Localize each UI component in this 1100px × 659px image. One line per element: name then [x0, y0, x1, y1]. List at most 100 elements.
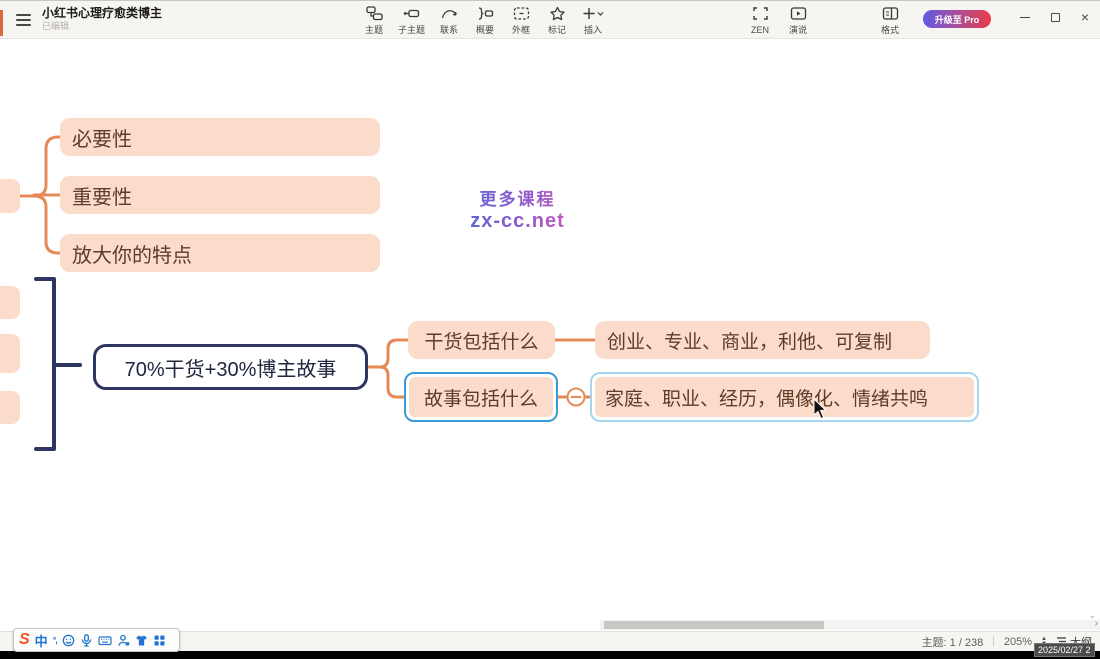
topic-node-center[interactable]: 70%干货+30%博主故事 — [93, 344, 368, 390]
presentation-button[interactable]: 演说 — [784, 5, 812, 36]
watermark-url: zx-cc.net — [435, 210, 600, 233]
topic-icon — [366, 6, 383, 21]
minimize-button[interactable] — [1016, 8, 1034, 26]
hamburger-icon — [16, 14, 31, 16]
topic-node-importance[interactable]: 重要性 — [60, 176, 380, 214]
tool-label: 联系 — [440, 25, 458, 35]
topic-text: 干货包括什么 — [424, 327, 538, 354]
topic-button[interactable]: 主题 — [360, 5, 388, 36]
horizontal-scroll-thumb[interactable] — [604, 621, 824, 629]
grid-icon — [153, 634, 166, 647]
topic-node-story-detail[interactable]: 家庭、职业、经历，偶像化、情绪共鸣 — [590, 372, 979, 422]
video-frame: 小红书心理疗愈类博主 已编辑 主题 子主题 — [0, 0, 1100, 659]
boundary-button[interactable]: 外框 — [507, 5, 535, 36]
upgrade-pro-button[interactable]: 升级至 Pro — [923, 10, 991, 28]
boundary-icon — [513, 6, 530, 21]
menu-button[interactable] — [16, 14, 31, 26]
titlebar: 小红书心理疗愈类博主 已编辑 主题 子主题 — [0, 1, 1100, 39]
format-toolbar: 格式 — [876, 5, 904, 36]
ime-emoji-button[interactable] — [62, 634, 75, 647]
subtopic-button[interactable]: 子主题 — [396, 5, 427, 36]
zen-mode-button[interactable]: ZEN — [746, 5, 774, 36]
emoji-icon — [62, 634, 75, 647]
ime-toolbox-button[interactable] — [153, 634, 166, 647]
person-icon — [117, 634, 130, 647]
clipped-topic-node[interactable] — [0, 391, 20, 424]
topic-text: 故事包括什么 — [424, 384, 538, 411]
ime-account-button[interactable] — [117, 634, 130, 647]
topic-node-drygoods[interactable]: 干货包括什么 — [408, 321, 555, 359]
topic-text: 重要性 — [72, 181, 132, 210]
format-panel-button[interactable]: 格式 — [876, 5, 904, 36]
keyboard-icon — [98, 634, 112, 647]
tool-label: 插入 — [584, 25, 602, 35]
close-button[interactable]: × — [1076, 8, 1094, 26]
insert-button[interactable]: 插入 — [579, 5, 607, 36]
clipped-topic-node[interactable] — [0, 286, 20, 319]
relationship-button[interactable]: 联系 — [435, 5, 463, 36]
tool-label: 外框 — [512, 25, 530, 35]
relationship-icon — [441, 6, 458, 21]
background-window-sliver — [0, 10, 3, 36]
mouse-cursor — [814, 399, 830, 421]
zoom-level: 205% — [1004, 636, 1032, 648]
tool-label: ZEN — [751, 25, 769, 35]
summary-bracket — [36, 279, 80, 449]
document-status: 已编辑 — [42, 21, 162, 32]
close-icon: × — [1081, 10, 1089, 24]
topic-text: 70%干货+30%博主故事 — [125, 353, 337, 382]
watermark-title: 更多课程 — [435, 185, 600, 210]
topic-counter: 主题: 1 / 238 — [922, 634, 984, 650]
ime-voice-button[interactable] — [80, 634, 93, 647]
tool-label: 主题 — [365, 25, 383, 35]
zen-icon — [752, 6, 769, 21]
topic-text: 创业、专业、商业，利他、可复制 — [607, 327, 892, 354]
date-tooltip: 2025/02/27 2 — [1034, 643, 1095, 657]
insert-plus-icon — [582, 6, 604, 21]
marker-star-icon — [549, 6, 566, 21]
ime-skin-button[interactable] — [135, 634, 148, 647]
marker-button[interactable]: 标记 — [543, 5, 571, 36]
format-panel-icon — [882, 6, 899, 21]
horizontal-scrollbar[interactable]: › — [600, 620, 1100, 630]
topic-text: 放大你的特点 — [72, 239, 192, 268]
topic-text: 家庭、职业、经历，偶像化、情绪共鸣 — [605, 384, 928, 411]
horizontal-scroll-right-icon[interactable]: › — [1095, 618, 1098, 629]
topic-node-amplify[interactable]: 放大你的特点 — [60, 234, 380, 272]
summary-icon — [477, 6, 494, 21]
sogou-ime-bar[interactable]: S 中 °, — [13, 628, 180, 652]
ime-keyboard-button[interactable] — [98, 634, 112, 647]
presentation-icon — [790, 6, 807, 21]
orange-branch-lines — [20, 137, 61, 253]
mindmap-canvas[interactable]: 必要性 重要性 放大你的特点 更多课程 zx-cc.net 70%干货+30%博… — [0, 39, 1100, 631]
title-block: 小红书心理疗愈类博主 已编辑 — [42, 6, 162, 32]
window-controls: × — [1016, 5, 1094, 29]
summary-button[interactable]: 概要 — [471, 5, 499, 36]
microphone-icon — [80, 634, 93, 647]
minimize-icon — [1020, 17, 1030, 18]
topic-node-story[interactable]: 故事包括什么 — [404, 372, 558, 422]
subtopic-icon — [403, 6, 420, 21]
clipped-topic-node[interactable] — [0, 334, 20, 373]
tool-label: 格式 — [881, 25, 899, 35]
tool-label: 演说 — [789, 25, 807, 35]
tool-label: 标记 — [548, 25, 566, 35]
statusbar-divider: | — [992, 636, 995, 647]
xmind-window: 小红书心理疗愈类博主 已编辑 主题 子主题 — [0, 0, 1100, 650]
ime-chinese-mode-button[interactable]: 中 — [35, 631, 48, 650]
topic-text: 必要性 — [72, 123, 132, 152]
tool-label: 概要 — [476, 25, 494, 35]
shirt-icon — [135, 634, 148, 647]
topic-node-necessity[interactable]: 必要性 — [60, 118, 380, 156]
sogou-logo-icon[interactable]: S — [19, 632, 30, 648]
ime-punctuation-button[interactable]: °, — [53, 635, 57, 645]
tool-label: 子主题 — [398, 25, 425, 35]
maximize-button[interactable] — [1046, 8, 1064, 26]
watermark: 更多课程 zx-cc.net — [435, 185, 600, 233]
document-title: 小红书心理疗愈类博主 — [42, 6, 162, 21]
topic-node-drygoods-detail[interactable]: 创业、专业、商业，利他、可复制 — [595, 321, 930, 359]
maximize-icon — [1051, 13, 1060, 22]
clipped-topic-node[interactable] — [0, 179, 20, 213]
view-toolbar: ZEN 演说 — [746, 5, 812, 36]
collapse-button[interactable] — [568, 389, 585, 406]
